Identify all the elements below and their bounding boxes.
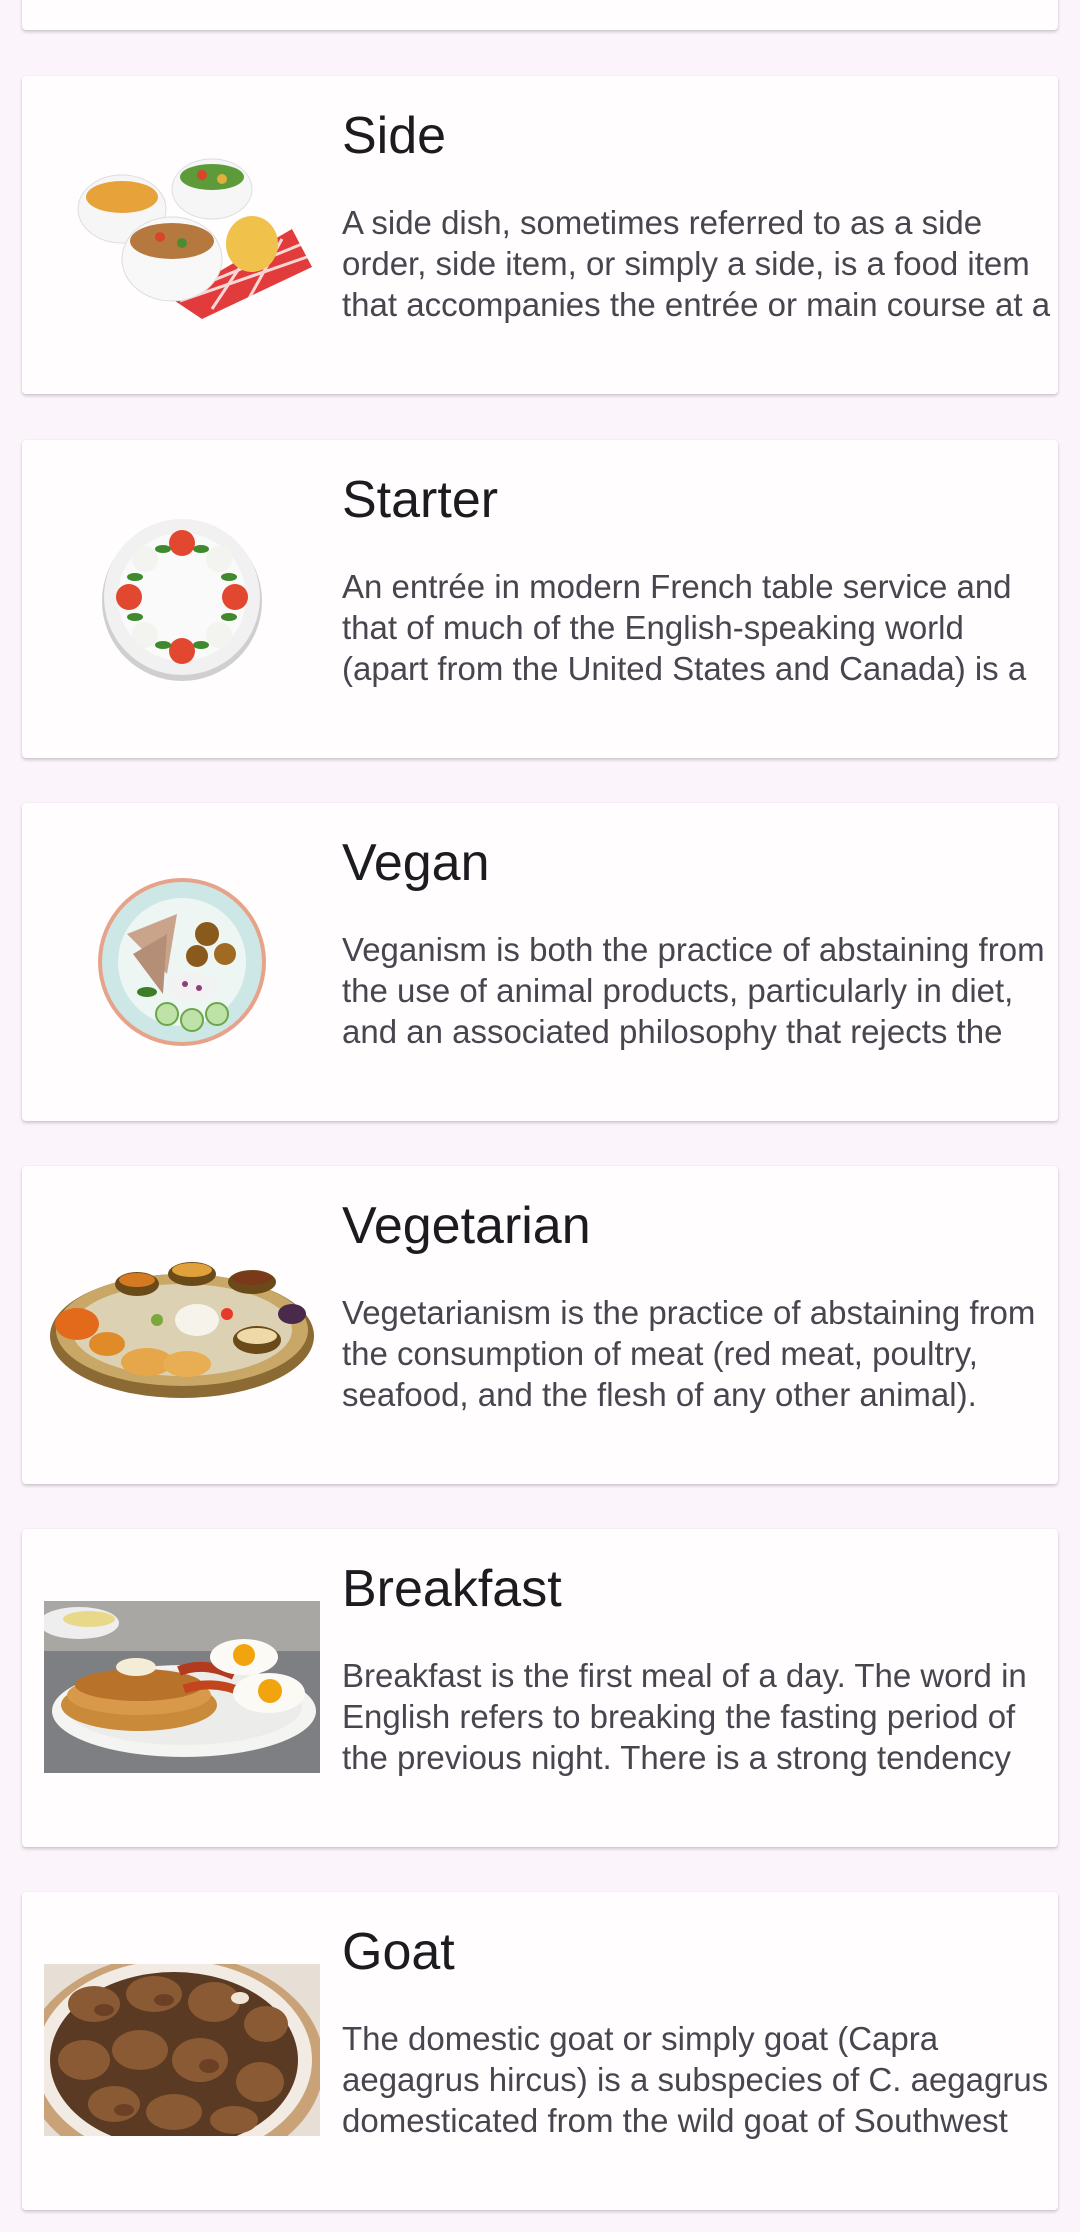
goat-meat-image <box>44 1928 320 2172</box>
vegan-bowl-image <box>44 839 320 1083</box>
category-description: Vegetarianism is the practice of abstain… <box>342 1294 1036 1413</box>
category-card-vegan[interactable]: Vegan Veganism is both the practice of a… <box>22 803 1058 1121</box>
category-description: An entrée in modern French table service… <box>342 568 1027 687</box>
category-card-side[interactable]: Side A side dish, sometimes referred to … <box>22 76 1058 394</box>
category-title: Vegetarian <box>342 1197 591 1255</box>
pancakes-eggs-image <box>44 1565 320 1809</box>
category-title: Starter <box>342 471 499 529</box>
category-title: Goat <box>342 1923 455 1981</box>
category-description: Veganism is both the practice of abstain… <box>342 931 1045 1050</box>
category-description: The domestic goat or simply goat (Capra … <box>342 2020 1049 2139</box>
caprese-starter-image <box>44 476 320 720</box>
category-card-breakfast[interactable]: Breakfast Breakfast is the first meal of… <box>22 1529 1058 1847</box>
category-title: Breakfast <box>342 1560 562 1618</box>
side-dishes-image <box>44 112 320 356</box>
category-card-goat[interactable]: Goat The domestic goat or simply goat (C… <box>22 1892 1058 2210</box>
previous-category-card[interactable] <box>22 0 1058 30</box>
category-title: Side <box>342 107 447 165</box>
category-card-starter[interactable]: Starter An entrée in modern French table… <box>22 440 1058 758</box>
category-description: Breakfast is the first meal of a day. Th… <box>342 1657 1027 1776</box>
thali-platter-image <box>44 1202 320 1446</box>
category-description: A side dish, sometimes referred to as a … <box>342 204 1051 323</box>
category-title: Vegan <box>342 834 490 892</box>
category-card-vegetarian[interactable]: Vegetarian Vegetarianism is the practice… <box>22 1166 1058 1484</box>
